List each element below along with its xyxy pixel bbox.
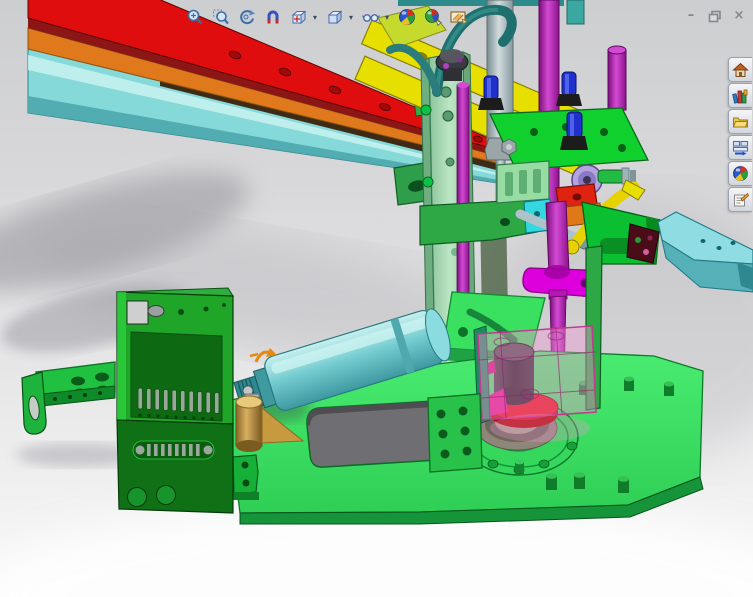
plate-angle-bracket[interactable] [232,454,259,500]
hide-show-items-dropdown[interactable]: ▾ [383,13,391,22]
rotate-view-icon [240,10,255,25]
hide-show-items-icon [361,14,380,22]
file-explorer-folder-icon [732,117,749,128]
display-style-dropdown[interactable]: ▾ [347,13,355,22]
minimize-icon: – [687,8,695,23]
side-mount-bracket[interactable] [21,361,116,435]
image-frame-button[interactable] [447,6,471,28]
hide-show-items-button[interactable] [359,6,383,28]
minimize-button[interactable]: – [682,8,700,24]
edit-appearance-icon [425,9,442,27]
turntable-housing[interactable] [473,325,597,442]
task-pane-tabs [728,57,753,213]
standard-views-dropdown[interactable]: ▾ [311,13,319,22]
view-toolbar: ▾ ▾ ▾ [183,6,471,28]
zoom-to-area-button[interactable] [209,6,233,28]
zoom-to-fit-icon [187,9,203,25]
standard-views-icon [291,10,307,25]
display-style-icon [327,10,343,25]
restore-button[interactable] [706,8,724,24]
column-foot-bracket[interactable] [427,393,483,473]
close-button[interactable]: × [730,8,748,24]
task-pane-tab-resources[interactable] [728,57,752,82]
restore-icon [708,10,721,22]
brass-roller[interactable] [235,393,263,452]
task-pane-tab-view-palette[interactable] [728,135,752,160]
appearances-sphere-icon [733,166,748,181]
custom-properties-icon [734,192,749,206]
task-pane-tab-file-explorer[interactable] [728,109,752,134]
standard-views-button[interactable] [287,6,311,28]
edit-appearance-button[interactable] [421,6,445,28]
zoom-to-area-icon [213,9,229,25]
pan-button[interactable] [261,6,285,28]
electronics-enclosure[interactable] [116,287,234,514]
window-controls: – × [682,8,748,24]
display-style-button[interactable] [323,6,347,28]
purple-rod-right[interactable] [607,45,627,111]
close-icon: × [733,8,745,23]
view-palette-icon [733,140,748,155]
apply-scene-button[interactable] [395,6,419,28]
rotate-view-button[interactable] [235,6,259,28]
cad-application-window: ▾ ▾ ▾ – × [0,0,753,597]
3d-viewport[interactable] [0,0,753,597]
home-icon [732,62,749,77]
pan-icon [267,10,279,24]
design-library-icon [732,89,748,104]
zoom-to-fit-button[interactable] [183,6,207,28]
task-pane-tab-custom-properties[interactable] [728,187,752,212]
image-frame-icon [450,11,468,25]
task-pane-tab-design-library[interactable] [728,83,752,108]
task-pane-tab-appearances[interactable] [728,161,752,186]
apply-scene-icon [399,9,415,25]
